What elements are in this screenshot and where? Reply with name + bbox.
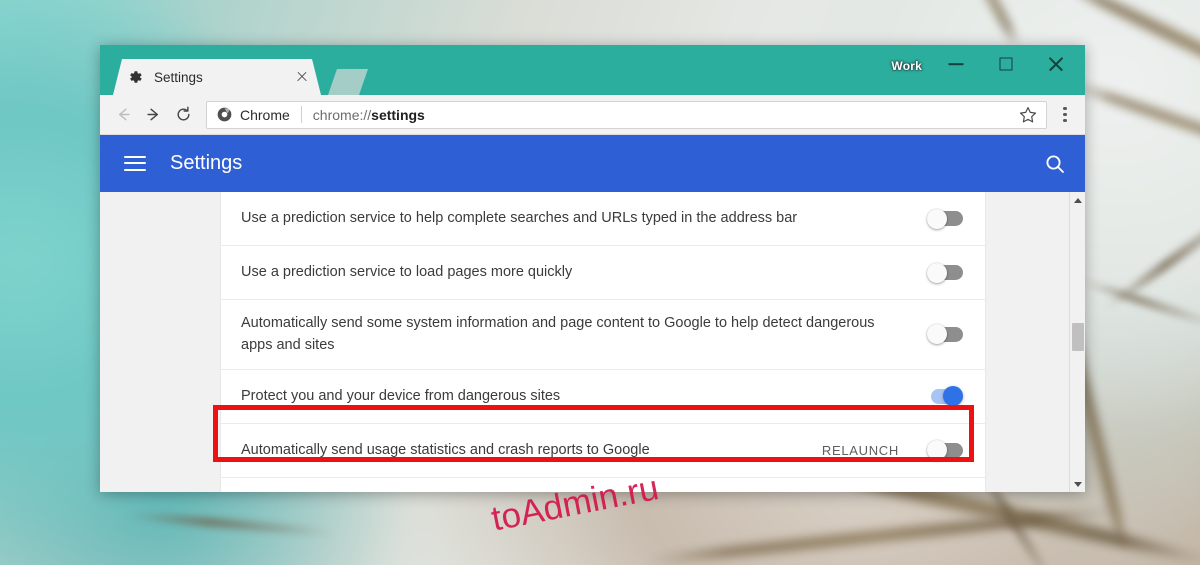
settings-content: Use a prediction service to help complet…	[100, 192, 1085, 492]
content-scrollbar[interactable]	[1069, 192, 1085, 492]
setting-row-usage-stats[interactable]: Automatically send usage statistics and …	[221, 424, 985, 478]
close-window-button[interactable]	[1033, 48, 1079, 80]
browser-titlebar: Settings Work	[100, 45, 1085, 95]
omnibox-url-page: settings	[371, 106, 425, 123]
profile-badge[interactable]: Work	[891, 59, 922, 73]
page-title: Settings	[170, 152, 243, 174]
toggle-safe-browsing[interactable]	[927, 386, 963, 407]
gear-icon	[127, 69, 143, 85]
setting-row-prediction-preload[interactable]: Use a prediction service to load pages m…	[221, 246, 985, 300]
omnibox-separator	[300, 106, 302, 123]
toggle-prediction-preload[interactable]	[927, 262, 963, 283]
browser-toolbar: Chrome chrome://settings	[100, 95, 1085, 135]
setting-label: Automatically send some system informati…	[241, 315, 875, 354]
setting-label: Use a prediction service to help complet…	[241, 210, 798, 227]
setting-label: Protect you and your device from dangero…	[241, 388, 561, 405]
omnibox-url-prefix: chrome://	[312, 106, 372, 123]
setting-label: Use a prediction service to load pages m…	[241, 264, 573, 281]
setting-row-send-system-info[interactable]: Automatically send some system informati…	[221, 300, 985, 370]
settings-app-bar: Settings	[100, 135, 1085, 192]
setting-row-safe-browsing[interactable]: Protect you and your device from dangero…	[221, 370, 985, 424]
search-icon[interactable]	[1043, 152, 1067, 176]
browser-window: Settings Work Chrome chrome://settings S…	[100, 45, 1085, 492]
chrome-logo-icon	[217, 107, 232, 122]
settings-card: Use a prediction service to help complet…	[220, 192, 986, 492]
toggle-send-system-info[interactable]	[927, 324, 963, 345]
close-icon[interactable]	[293, 68, 311, 86]
address-bar[interactable]: Chrome chrome://settings	[206, 100, 1047, 129]
relaunch-button[interactable]: RELAUNCH	[822, 443, 899, 458]
tab-settings[interactable]: Settings	[113, 59, 321, 95]
three-dot-menu-icon[interactable]	[1053, 100, 1077, 130]
reload-icon[interactable]	[168, 100, 198, 130]
tab-title: Settings	[154, 69, 203, 85]
new-tab-button[interactable]	[328, 69, 368, 95]
omnibox-scheme-chip: Chrome	[240, 106, 290, 123]
content-left-gutter	[100, 192, 220, 492]
toggle-prediction-omnibox[interactable]	[927, 208, 963, 229]
forward-arrow-icon[interactable]	[138, 100, 168, 130]
setting-label: Automatically send usage statistics and …	[241, 442, 650, 459]
toggle-usage-stats[interactable]	[927, 440, 963, 461]
setting-row-prediction-omnibox[interactable]: Use a prediction service to help complet…	[221, 192, 985, 246]
minimize-button[interactable]	[933, 48, 979, 80]
star-icon[interactable]	[1018, 105, 1038, 125]
hamburger-icon[interactable]	[124, 155, 146, 172]
scrollbar-thumb[interactable]	[1072, 323, 1084, 351]
back-arrow-icon[interactable]	[108, 100, 138, 130]
maximize-button[interactable]	[983, 48, 1029, 80]
scroll-up-arrow[interactable]	[1070, 192, 1085, 208]
omnibox-url: chrome://settings	[313, 107, 425, 123]
scroll-down-arrow[interactable]	[1070, 476, 1085, 492]
